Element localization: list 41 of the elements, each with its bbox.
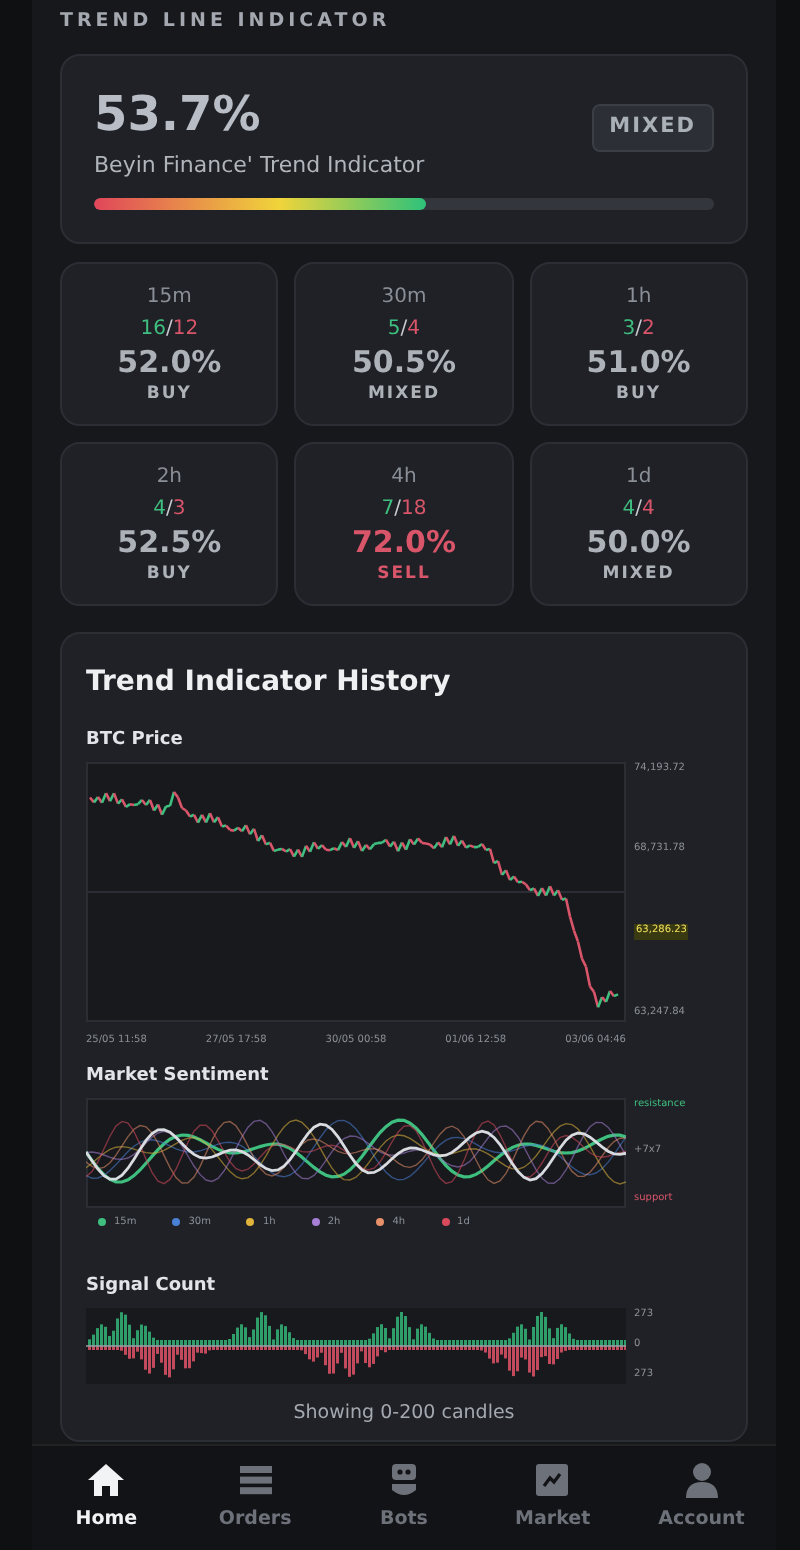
timeframe-label: 2h	[156, 463, 183, 492]
nav-tab[interactable]: Orders	[195, 1460, 316, 1536]
signal-ratio: 4/4	[622, 495, 655, 524]
signal-label: SELL	[377, 561, 431, 588]
nav-tab[interactable]: Bots	[343, 1460, 464, 1536]
status-badge: MIXED	[591, 104, 714, 152]
timeframe-percentage: 50.0%	[586, 525, 691, 560]
timeframe-label: 1d	[625, 463, 652, 492]
nav-tab[interactable]: Account	[641, 1460, 762, 1536]
signal-label: MIXED	[602, 561, 675, 588]
signal-ratio: 16/12	[140, 315, 199, 344]
signal-label: BUY	[616, 381, 662, 408]
signal-label: MIXED	[367, 381, 441, 408]
chart-title: Market Sentiment	[86, 1064, 271, 1091]
timeframe-percentage: 50.5%	[351, 345, 457, 380]
timeframe-percentage: 52.5%	[117, 525, 222, 560]
chart-icon	[532, 1460, 573, 1501]
signal-ratio: 5/4	[387, 315, 421, 344]
signal-ratio: 3/2	[622, 315, 655, 344]
indicator-label: Beyin Finance' Trend Indicator	[94, 149, 425, 182]
signal-ratio: 7/18	[381, 495, 427, 524]
timeframe-percentage: 72.0%	[351, 525, 457, 560]
chart-title: BTC Price	[86, 728, 185, 755]
timeframe-label: 4h	[391, 463, 417, 492]
signal-label: BUY	[146, 381, 192, 408]
history-title: Trend Indicator History	[86, 664, 453, 703]
timeframe-label: 1h	[625, 283, 652, 312]
home-icon	[86, 1460, 127, 1501]
signal-ratio: 4/3	[153, 495, 186, 524]
section-title: TREND LINE INDICATOR	[60, 8, 393, 36]
percentage-value: 53.7%	[94, 88, 263, 142]
chart-title: Signal Count	[86, 1274, 218, 1301]
timeframe-label: 15m	[146, 283, 192, 312]
timeframe-label: 30m	[381, 283, 427, 312]
timeframe-percentage: 51.0%	[586, 345, 691, 380]
signal-label: BUY	[146, 561, 192, 588]
user-icon	[681, 1460, 722, 1501]
nav-tab[interactable]: Market	[492, 1460, 613, 1536]
candle-range-text: Showing 0-200 candles	[291, 1399, 517, 1428]
nav-tab[interactable]: Home	[46, 1460, 167, 1536]
timeframe-percentage: 52.0%	[117, 345, 222, 380]
